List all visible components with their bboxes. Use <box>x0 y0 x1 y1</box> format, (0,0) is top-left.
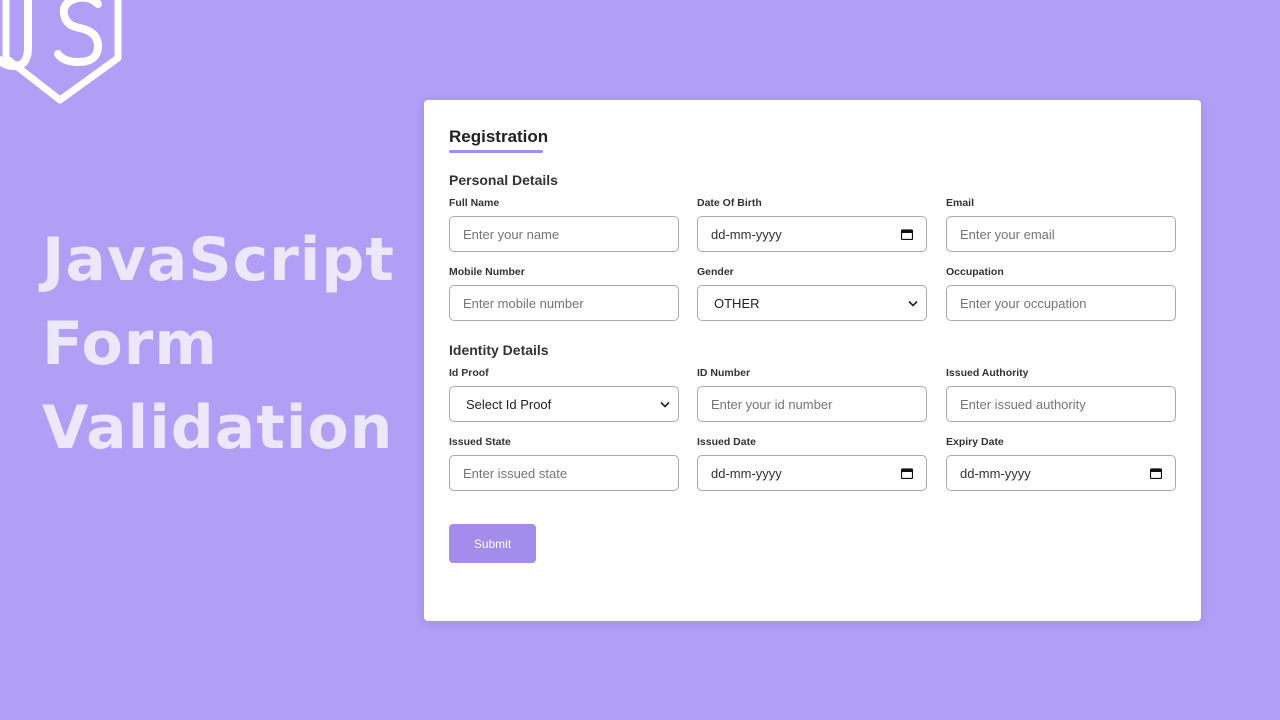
gender-field: Gender OTHER <box>697 265 927 321</box>
expiry-date-field: Expiry Date dd-mm-yyyy <box>946 435 1176 491</box>
full-name-label: Full Name <box>449 197 500 209</box>
mobile-label: Mobile Number <box>449 266 525 278</box>
issued-state-label: Issued State <box>449 436 511 448</box>
issued-state-field: Issued State Enter issued state <box>449 435 679 491</box>
title-underline <box>449 150 543 153</box>
gender-label: Gender <box>697 266 734 278</box>
email-field: Email Enter your email <box>946 196 1176 252</box>
id-number-input[interactable]: Enter your id number <box>697 386 927 422</box>
personal-details-heading: Personal Details <box>449 172 558 188</box>
headline-line-2: Form <box>42 309 218 379</box>
calendar-icon[interactable] <box>1150 467 1162 479</box>
form-title: Registration <box>449 127 549 146</box>
id-proof-field: Id Proof Select Id Proof <box>449 366 679 422</box>
identity-details-heading: Identity Details <box>449 342 549 358</box>
registration-card: Registration Personal Details Full Name … <box>424 100 1201 621</box>
expiry-date-value: dd-mm-yyyy <box>960 465 1031 481</box>
issued-date-input[interactable]: dd-mm-yyyy <box>697 455 927 491</box>
chevron-down-icon <box>660 401 670 408</box>
calendar-icon[interactable] <box>901 228 913 240</box>
gender-value: OTHER <box>714 295 760 311</box>
headline: JavaScript Form Validation <box>42 218 395 470</box>
id-proof-label: Id Proof <box>449 367 489 379</box>
email-placeholder: Enter your email <box>960 226 1055 242</box>
id-number-field: ID Number Enter your id number <box>697 366 927 422</box>
mobile-placeholder: Enter mobile number <box>463 295 584 311</box>
dob-value: dd-mm-yyyy <box>711 226 782 242</box>
occupation-input[interactable]: Enter your occupation <box>946 285 1176 321</box>
gender-select[interactable]: OTHER <box>697 285 927 321</box>
full-name-input[interactable]: Enter your name <box>449 216 679 252</box>
issued-date-field: Issued Date dd-mm-yyyy <box>697 435 927 491</box>
dob-label: Date Of Birth <box>697 197 762 209</box>
occupation-field: Occupation Enter your occupation <box>946 265 1176 321</box>
id-proof-value: Select Id Proof <box>466 396 552 412</box>
occupation-placeholder: Enter your occupation <box>960 295 1087 311</box>
issued-authority-input[interactable]: Enter issued authority <box>946 386 1176 422</box>
email-label: Email <box>946 197 975 209</box>
mobile-field: Mobile Number Enter mobile number <box>449 265 679 321</box>
issued-authority-field: Issued Authority Enter issued authority <box>946 366 1176 422</box>
calendar-icon[interactable] <box>901 467 913 479</box>
id-number-label: ID Number <box>697 367 751 379</box>
email-input[interactable]: Enter your email <box>946 216 1176 252</box>
issued-authority-label: Issued Authority <box>946 367 1029 379</box>
chevron-down-icon <box>908 300 918 307</box>
headline-line-3: Validation <box>42 393 394 463</box>
submit-button[interactable]: Submit <box>449 524 536 563</box>
issued-authority-placeholder: Enter issued authority <box>960 396 1086 412</box>
js-logo <box>0 0 122 104</box>
issued-state-placeholder: Enter issued state <box>463 465 568 481</box>
issued-date-label: Issued Date <box>697 436 756 448</box>
expiry-date-input[interactable]: dd-mm-yyyy <box>946 455 1176 491</box>
id-number-placeholder: Enter your id number <box>711 396 833 412</box>
dob-input[interactable]: dd-mm-yyyy <box>697 216 927 252</box>
issued-date-value: dd-mm-yyyy <box>711 465 782 481</box>
occupation-label: Occupation <box>946 266 1004 278</box>
expiry-date-label: Expiry Date <box>946 436 1004 448</box>
issued-state-input[interactable]: Enter issued state <box>449 455 679 491</box>
mobile-input[interactable]: Enter mobile number <box>449 285 679 321</box>
headline-line-1: JavaScript <box>42 225 395 295</box>
id-proof-select[interactable]: Select Id Proof <box>449 386 679 422</box>
full-name-field: Full Name Enter your name <box>449 196 679 252</box>
full-name-placeholder: Enter your name <box>463 226 560 242</box>
dob-field: Date Of Birth dd-mm-yyyy <box>697 196 927 252</box>
